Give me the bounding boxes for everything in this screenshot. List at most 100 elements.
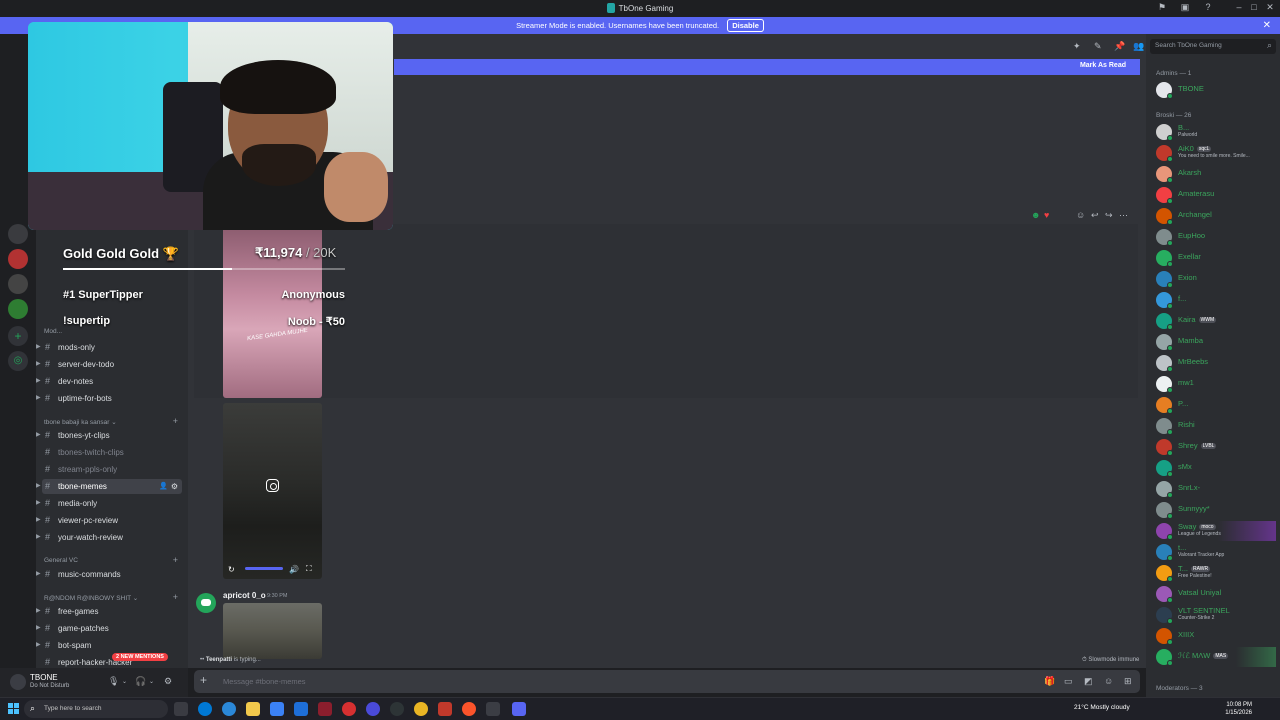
avatar[interactable] <box>10 674 26 690</box>
apps-icon[interactable]: ⊞ <box>1124 676 1132 687</box>
task-view-icon[interactable] <box>174 702 188 716</box>
member-item[interactable]: Vatsal Uniyal <box>1154 584 1276 604</box>
channel-bot-spam[interactable]: ▶ # bot-spam <box>36 638 182 653</box>
reply-icon[interactable]: ↩ <box>1091 210 1099 221</box>
threads-icon[interactable]: ✦ <box>1073 41 1081 52</box>
taskbar-search-input[interactable]: ⌕ Type here to search <box>24 700 168 718</box>
server-search-input[interactable]: Search TbOne Gaming ⌕ <box>1150 39 1276 54</box>
member-item[interactable]: B... Palworld <box>1154 122 1276 142</box>
help-icon[interactable]: ? <box>1201 2 1215 14</box>
add-server-icon[interactable]: + <box>8 326 28 346</box>
member-item[interactable]: XIIIX <box>1154 626 1276 646</box>
add-channel-icon[interactable]: + <box>173 416 178 426</box>
channel-free-games[interactable]: ▶ # free-games <box>36 604 182 619</box>
mark-as-read-button[interactable]: Mark As Read <box>1080 62 1126 69</box>
member-item[interactable]: Kaira WWM <box>1154 311 1276 331</box>
video-progress-bar[interactable] <box>245 567 283 570</box>
forward-icon[interactable]: ↪ <box>1105 210 1113 221</box>
member-item[interactable]: Amaterasu <box>1154 185 1276 205</box>
server-icon[interactable] <box>8 224 28 244</box>
message-author[interactable]: apricot 0_o <box>223 591 266 600</box>
server-icon[interactable] <box>8 274 28 294</box>
maximize-icon[interactable]: □ <box>1247 2 1261 14</box>
member-item[interactable]: Akarsh <box>1154 164 1276 184</box>
invite-icon[interactable]: 👤 <box>159 479 168 494</box>
heart-icon[interactable]: ♥ <box>1044 210 1049 220</box>
instagram-video-embed[interactable]: ↻ 🔊 ⛶ <box>223 403 322 579</box>
member-item[interactable]: t... Valorant Tracker App <box>1154 542 1276 562</box>
file-explorer-icon[interactable] <box>246 702 260 716</box>
category-tbone-babaji[interactable]: tbone babaji ka sansar ⌄ + <box>44 416 184 426</box>
reaction-icon[interactable]: ☻ <box>1031 210 1040 220</box>
discord-icon[interactable] <box>512 702 526 716</box>
clock[interactable]: 10:08 PM 1/15/2026 <box>1218 701 1252 717</box>
app-icon[interactable] <box>342 702 356 716</box>
member-item[interactable]: Sway moco League of Legends <box>1154 521 1276 541</box>
inbox-icon[interactable]: ▣ <box>1178 2 1192 14</box>
mail-icon[interactable] <box>294 702 308 716</box>
member-list-icon[interactable]: 👥 <box>1133 41 1144 52</box>
more-icon[interactable]: ⋯ <box>1119 210 1128 221</box>
pin-icon[interactable]: ⚑ <box>1155 2 1169 14</box>
channel-media-only[interactable]: ▶ # media-only <box>36 496 182 511</box>
member-item[interactable]: EupHoo <box>1154 227 1276 247</box>
member-item[interactable]: SnrLx- <box>1154 479 1276 499</box>
brave-icon[interactable] <box>462 702 476 716</box>
member-item[interactable]: Archangel <box>1154 206 1276 226</box>
chrome-icon[interactable] <box>414 702 428 716</box>
app-icon[interactable] <box>318 702 332 716</box>
app-icon[interactable] <box>438 702 452 716</box>
fullscreen-icon[interactable]: ⛶ <box>306 564 312 574</box>
category-general-vc[interactable]: General VC + <box>44 555 184 565</box>
new-mentions-badge[interactable]: 2 NEW MENTIONS <box>112 653 168 661</box>
server-icon[interactable] <box>8 249 28 269</box>
upload-plus-icon[interactable]: + <box>200 673 207 687</box>
add-channel-icon[interactable]: + <box>173 592 178 602</box>
member-item[interactable]: P... <box>1154 395 1276 415</box>
server-icon[interactable] <box>8 299 28 319</box>
channel-viewer-pc-review[interactable]: ▶ # viewer-pc-review <box>36 513 182 528</box>
app-icon[interactable] <box>390 702 404 716</box>
user-settings-icon[interactable]: ⚙ <box>164 676 172 687</box>
channel-uptime-for-bots[interactable]: ▶ # uptime-for-bots <box>36 391 182 406</box>
weather-widget[interactable]: 21°C Mostly cloudy <box>1074 704 1130 711</box>
explore-icon[interactable]: ◎ <box>8 351 28 371</box>
volume-icon[interactable]: 🔊 <box>289 565 299 574</box>
add-reaction-icon[interactable]: ☺ <box>1076 210 1085 220</box>
member-item[interactable]: Shrey LVBL <box>1154 437 1276 457</box>
category-mod[interactable]: Mod... <box>44 328 184 335</box>
channel-music-commands[interactable]: ▶ # music-commands <box>36 567 182 582</box>
member-item[interactable]: Mamba <box>1154 332 1276 352</box>
channel-dev-notes[interactable]: ▶ # dev-notes <box>36 374 182 389</box>
add-channel-icon[interactable]: + <box>173 555 178 565</box>
chevron-down-icon[interactable]: ⌄ <box>122 678 127 685</box>
settings-gear-icon[interactable]: ⚙ <box>171 479 178 494</box>
disable-streamer-mode-button[interactable]: Disable <box>727 19 764 32</box>
member-item[interactable]: MrBeebs <box>1154 353 1276 373</box>
member-item[interactable]: Sunnyyy* <box>1154 500 1276 520</box>
member-item[interactable]: f... <box>1154 290 1276 310</box>
headphones-icon[interactable]: 🎧 <box>135 676 146 687</box>
member-item[interactable]: TBONE <box>1154 80 1276 100</box>
channel-server-dev-todo[interactable]: ▶ # server-dev-todo <box>36 357 182 372</box>
member-item[interactable]: VLT SENTINEL Counter-Strike 2 <box>1154 605 1276 625</box>
member-item[interactable]: Exion <box>1154 269 1276 289</box>
member-item[interactable]: ℋℰ MΛW MAS <box>1154 647 1276 667</box>
chevron-down-icon[interactable]: ⌄ <box>149 678 154 685</box>
message-composer[interactable]: + Message #tbone-memes <box>194 670 1140 693</box>
new-messages-bar[interactable]: Mark As Read <box>394 59 1140 75</box>
store-icon[interactable] <box>270 702 284 716</box>
member-item[interactable]: mw1 <box>1154 374 1276 394</box>
channel-tbones-twitch-clips[interactable]: # tbones-twitch-clips <box>42 445 182 460</box>
channel-tbone-memes[interactable]: ▶ # tbone-memes ⚙ 👤 <box>36 479 182 494</box>
replay-icon[interactable]: ↻ <box>228 565 235 574</box>
sticker-icon[interactable]: ◩ <box>1084 676 1093 687</box>
app-icon[interactable] <box>486 702 500 716</box>
member-item[interactable]: Exellar <box>1154 248 1276 268</box>
close-window-icon[interactable]: ✕ <box>1263 2 1277 14</box>
member-item[interactable]: sMx <box>1154 458 1276 478</box>
gif-icon[interactable]: ▭ <box>1064 676 1073 687</box>
member-item[interactable]: AiK0 sqcL You need to smile more. Smile... <box>1154 143 1276 163</box>
close-banner-icon[interactable]: ✕ <box>1263 17 1271 34</box>
composer-placeholder[interactable]: Message #tbone-memes <box>223 677 306 686</box>
